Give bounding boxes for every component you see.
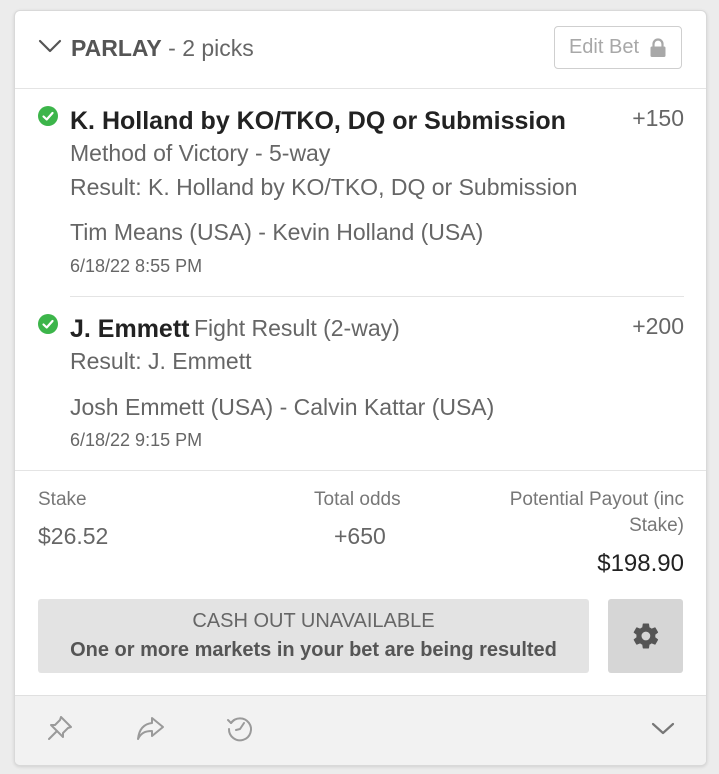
market-name: Method of Victory - 5-way (70, 140, 331, 166)
total-odds-value: +650 (334, 523, 386, 549)
summary-divider (15, 470, 706, 471)
event-datetime: 6/18/22 9:15 PM (70, 430, 203, 450)
selection-name: K. Holland by KO/TKO, DQ or Submission (70, 107, 566, 135)
pick-odds: +150 (632, 105, 684, 131)
pick-result: Result: K. Holland by KO/TKO, DQ or Subm… (70, 174, 578, 200)
share-icon[interactable] (134, 712, 166, 744)
lock-icon (650, 37, 666, 57)
bet-card: PARLAY - 2 picks Edit Bet K. Holland by … (14, 10, 707, 766)
edit-bet-label: Edit Bet (568, 36, 640, 58)
bet-footer (15, 695, 706, 765)
chevron-down-icon[interactable] (647, 712, 679, 744)
bet-type: PARLAY (71, 35, 162, 61)
pin-icon[interactable] (44, 712, 76, 744)
cash-out-message: One or more markets in your bet are bein… (70, 639, 557, 661)
payout-value: $198.90 (597, 550, 684, 577)
stake-value: $26.52 (38, 523, 109, 549)
market-name: Fight Result (2-way) (194, 315, 400, 341)
payout-label-line2: Stake) (629, 515, 684, 536)
check-circle-icon (38, 106, 58, 126)
cash-out-title: CASH OUT UNAVAILABLE (192, 610, 435, 632)
pick-result: Result: J. Emmett (70, 348, 252, 374)
pick-count: - 2 picks (161, 35, 254, 61)
cash-out-status: CASH OUT UNAVAILABLE One or more markets… (38, 599, 589, 673)
stake-label: Stake (38, 489, 87, 510)
selection-name: J. Emmett (70, 315, 190, 343)
check-circle-icon (38, 314, 58, 334)
history-icon[interactable] (224, 712, 256, 744)
pick-odds: +200 (632, 313, 684, 339)
cash-out-settings-button[interactable] (608, 599, 683, 673)
chevron-down-icon[interactable] (37, 37, 63, 55)
total-odds-label: Total odds (314, 489, 401, 510)
payout-label-line1: Potential Payout (inc (509, 489, 684, 510)
event-datetime: 6/18/22 8:55 PM (70, 256, 203, 276)
bet-title: PARLAY - 2 picks (71, 34, 254, 62)
payout-label: Potential Payout (inc Stake) (510, 487, 684, 539)
gear-icon (633, 623, 658, 649)
bet-header: PARLAY - 2 picks Edit Bet (15, 11, 706, 89)
event-name: Tim Means (USA) - Kevin Holland (USA) (70, 219, 484, 245)
pick-divider (70, 296, 684, 297)
event-name: Josh Emmett (USA) - Calvin Kattar (USA) (70, 394, 495, 420)
edit-bet-button[interactable]: Edit Bet (554, 26, 682, 69)
